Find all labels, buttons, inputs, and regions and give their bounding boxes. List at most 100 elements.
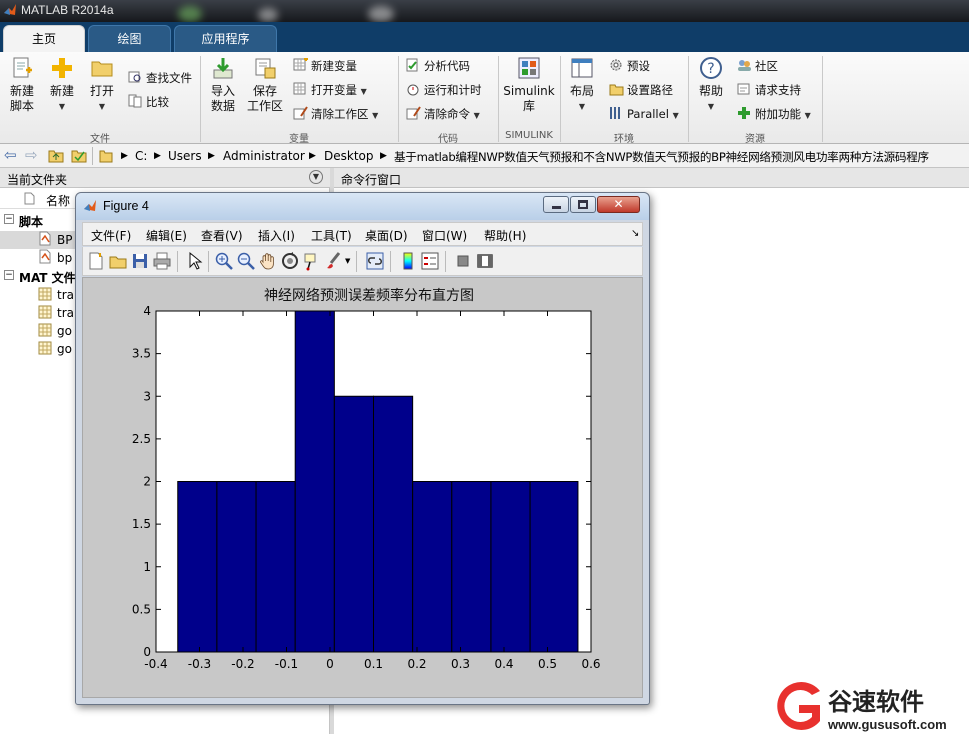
new-variable-button[interactable]: 新建变量 — [293, 58, 357, 74]
menu-insert[interactable]: 插入(I) — [258, 227, 295, 244]
open-variable-button[interactable]: 打开变量 ▼ — [293, 82, 367, 100]
new-script-button[interactable]: 新建 脚本 — [6, 56, 38, 114]
breadcrumb-item[interactable]: 基于matlab编程NWP数值天气预报和不含NWP数值天气预报的BP神经网络预测… — [394, 149, 968, 165]
breadcrumb-separator[interactable]: ▶ — [121, 151, 128, 161]
up-folder-icon[interactable] — [48, 148, 64, 163]
breadcrumb-item[interactable]: Users — [168, 149, 202, 163]
file-list-item[interactable]: tra — [57, 306, 74, 320]
file-list-item[interactable]: go — [57, 342, 72, 356]
simulink-library-button[interactable]: Simulink 库 — [503, 56, 555, 114]
help-button[interactable]: ? 帮助 ▼ — [696, 56, 726, 114]
analyze-code-button[interactable]: 分析代码 — [406, 58, 470, 74]
histogram-bar[interactable] — [294, 310, 335, 653]
show-plot-tools-icon[interactable] — [475, 251, 495, 271]
group-label-file: 文件 — [90, 134, 110, 145]
menu-edit[interactable]: 编辑(E) — [146, 227, 187, 244]
hide-plot-tools-icon[interactable] — [453, 251, 473, 271]
tab-home[interactable]: 主页 — [3, 25, 85, 52]
dock-arrow-icon[interactable]: ↘ — [631, 228, 639, 239]
browse-folder-icon[interactable] — [71, 148, 87, 163]
forward-arrow-icon[interactable]: ⇨ — [25, 146, 38, 164]
community-button[interactable]: 社区 — [737, 58, 778, 74]
menu-tools[interactable]: 工具(T) — [311, 227, 352, 244]
y-tick-label: 1.5 — [132, 517, 151, 531]
histogram-bar[interactable] — [177, 481, 218, 653]
file-list-item[interactable]: BP — [57, 233, 72, 247]
x-tick-label: 0.5 — [538, 657, 557, 671]
tab-apps[interactable]: 应用程序 — [174, 25, 277, 52]
back-arrow-icon[interactable]: ⇦ — [4, 146, 17, 164]
new-button[interactable]: 新建 ▼ — [48, 56, 76, 114]
maximize-button[interactable] — [570, 196, 596, 213]
collapse-icon[interactable]: − — [4, 214, 14, 224]
x-tick-label: -0.2 — [231, 657, 254, 671]
new-figure-icon[interactable] — [86, 251, 106, 271]
rotate-3d-icon[interactable] — [280, 251, 300, 271]
save-workspace-button[interactable]: 保存 工作区 — [246, 56, 284, 114]
compare-button[interactable]: 比较 — [128, 94, 169, 110]
grid-open-icon — [293, 82, 306, 95]
link-plot-icon[interactable] — [365, 251, 385, 271]
tab-plots[interactable]: 绘图 — [88, 25, 171, 52]
histogram-bar[interactable] — [529, 481, 579, 653]
histogram-bar[interactable] — [490, 481, 531, 653]
breadcrumb-item[interactable]: Desktop — [324, 149, 374, 163]
breadcrumb-separator[interactable]: ▶ — [309, 151, 316, 161]
menu-help[interactable]: 帮助(H) — [484, 227, 526, 244]
request-support-button[interactable]: 请求支持 — [737, 82, 801, 98]
tree-section-mat-files[interactable]: MAT 文件 — [19, 269, 76, 286]
import-data-button[interactable]: 导入 数据 — [207, 56, 239, 114]
run-and-time-button[interactable]: 运行和计时 — [406, 82, 482, 98]
menu-desktop[interactable]: 桌面(D) — [365, 227, 408, 244]
zoom-out-icon[interactable] — [236, 251, 256, 271]
minimize-button[interactable] — [543, 196, 569, 213]
tree-section-scripts[interactable]: 脚本 — [19, 213, 43, 230]
file-list-item[interactable]: bp — [57, 251, 72, 265]
add-ons-label: 附加功能 — [755, 107, 801, 121]
clear-workspace-button[interactable]: 清除工作区 ▼ — [293, 106, 378, 124]
collapse-icon[interactable]: − — [4, 270, 14, 280]
menu-window[interactable]: 窗口(W) — [422, 227, 467, 244]
breadcrumb-item[interactable]: C: — [135, 149, 147, 163]
pan-hand-icon[interactable] — [258, 251, 278, 271]
menu-file[interactable]: 文件(F) — [91, 227, 131, 244]
histogram-bar[interactable] — [451, 481, 492, 653]
histogram-bar[interactable] — [373, 395, 414, 653]
histogram-bar[interactable] — [333, 395, 375, 653]
close-button[interactable]: ✕ — [597, 196, 640, 213]
chevron-down-icon[interactable]: ▼ — [345, 257, 350, 265]
file-list-item[interactable]: go — [57, 324, 72, 338]
menu-view[interactable]: 查看(V) — [201, 227, 243, 244]
breadcrumb-separator[interactable]: ▶ — [154, 151, 161, 161]
histogram-bar[interactable] — [216, 481, 257, 653]
figure-window[interactable]: Figure 4 ✕ 文件(F) 编辑(E) 查看(V) 插入(I) 工具(T)… — [75, 192, 650, 705]
breadcrumb-separator[interactable]: ▶ — [208, 151, 215, 161]
brush-data-icon[interactable] — [324, 251, 344, 271]
open-file-icon[interactable] — [108, 251, 128, 271]
preferences-button[interactable]: 预设 — [609, 58, 650, 74]
panel-menu-icon[interactable]: ▼ — [309, 170, 323, 184]
histogram-bar[interactable] — [412, 481, 453, 653]
breadcrumb-item[interactable]: Administrator — [223, 149, 305, 163]
open-button[interactable]: 打开 ▼ — [86, 56, 118, 114]
histogram-bar[interactable] — [255, 481, 296, 653]
zoom-in-icon[interactable] — [214, 251, 234, 271]
print-icon[interactable] — [152, 251, 172, 271]
pointer-icon[interactable] — [184, 251, 204, 271]
save-icon[interactable] — [130, 251, 150, 271]
name-column-header[interactable]: 名称 — [46, 192, 70, 209]
colorbar-icon[interactable] — [398, 251, 418, 271]
layout-button[interactable]: 布局 ▼ — [567, 56, 597, 114]
data-cursor-icon[interactable] — [302, 251, 322, 271]
file-list-item[interactable]: tra — [57, 288, 74, 302]
clear-commands-button[interactable]: 清除命令 ▼ — [406, 106, 480, 124]
parallel-button[interactable]: Parallel ▼ — [609, 106, 679, 124]
figure-canvas[interactable]: 神经网络预测误差频率分布直方图 -0.4 -0.3 -0.2 -0.1 0 0.1 0.2 0… — [82, 277, 643, 698]
histogram-chart[interactable]: 神经网络预测误差频率分布直方图 -0.4 -0.3 -0.2 -0.1 0 0.1 0.2 0… — [83, 278, 642, 697]
breadcrumb-separator[interactable]: ▶ — [380, 151, 387, 161]
find-files-button[interactable]: 查找文件 — [128, 70, 192, 86]
add-ons-button[interactable]: 附加功能 ▼ — [737, 106, 811, 124]
legend-icon[interactable] — [420, 251, 440, 271]
set-path-button[interactable]: 设置路径 — [609, 82, 673, 98]
figure-titlebar[interactable]: Figure 4 ✕ — [76, 193, 649, 220]
